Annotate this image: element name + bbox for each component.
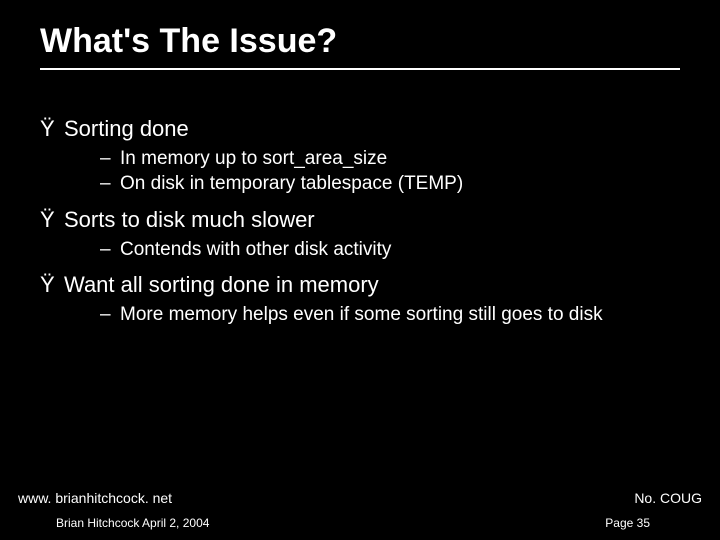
slide-footer: www. brianhitchcock. net No. COUG Brian … xyxy=(0,482,720,540)
title-underline xyxy=(40,68,680,70)
subbullet-1-1: –In memory up to sort_area_size xyxy=(100,147,680,171)
subbullet-marker: – xyxy=(100,238,120,262)
bullet-marker: Ÿ xyxy=(40,271,64,299)
bullet-text: Sorts to disk much slower xyxy=(64,207,315,232)
subbullet-text: More memory helps even if some sorting s… xyxy=(120,303,680,327)
bullet-text: Want all sorting done in memory xyxy=(64,272,379,297)
slide: What's The Issue? ŸSorting done –In memo… xyxy=(0,0,720,540)
bullet-3: ŸWant all sorting done in memory xyxy=(40,271,680,299)
subbullet-1-2: –On disk in temporary tablespace (TEMP) xyxy=(100,172,680,196)
bullet-1: ŸSorting done xyxy=(40,115,680,143)
footer-author: Brian Hitchcock April 2, 2004 xyxy=(56,516,209,530)
subbullet-marker: – xyxy=(100,303,120,327)
subbullet-text: On disk in temporary tablespace (TEMP) xyxy=(120,173,463,194)
footer-page: Page 35 xyxy=(605,516,650,530)
footer-org: No. COUG xyxy=(634,490,702,506)
slide-body: ŸSorting done –In memory up to sort_area… xyxy=(40,105,680,329)
subbullet-text: Contends with other disk activity xyxy=(120,239,391,260)
bullet-text: Sorting done xyxy=(64,116,189,141)
subbullet-2-1: –Contends with other disk activity xyxy=(100,238,680,262)
subbullet-text: In memory up to sort_area_size xyxy=(120,148,387,169)
subbullet-3-1: –More memory helps even if some sorting … xyxy=(100,303,680,327)
bullet-marker: Ÿ xyxy=(40,115,64,143)
subbullet-marker: – xyxy=(100,172,120,196)
slide-title: What's The Issue? xyxy=(40,22,337,61)
bullet-2: ŸSorts to disk much slower xyxy=(40,206,680,234)
footer-url: www. brianhitchcock. net xyxy=(18,490,172,506)
bullet-marker: Ÿ xyxy=(40,206,64,234)
subbullet-marker: – xyxy=(100,147,120,171)
